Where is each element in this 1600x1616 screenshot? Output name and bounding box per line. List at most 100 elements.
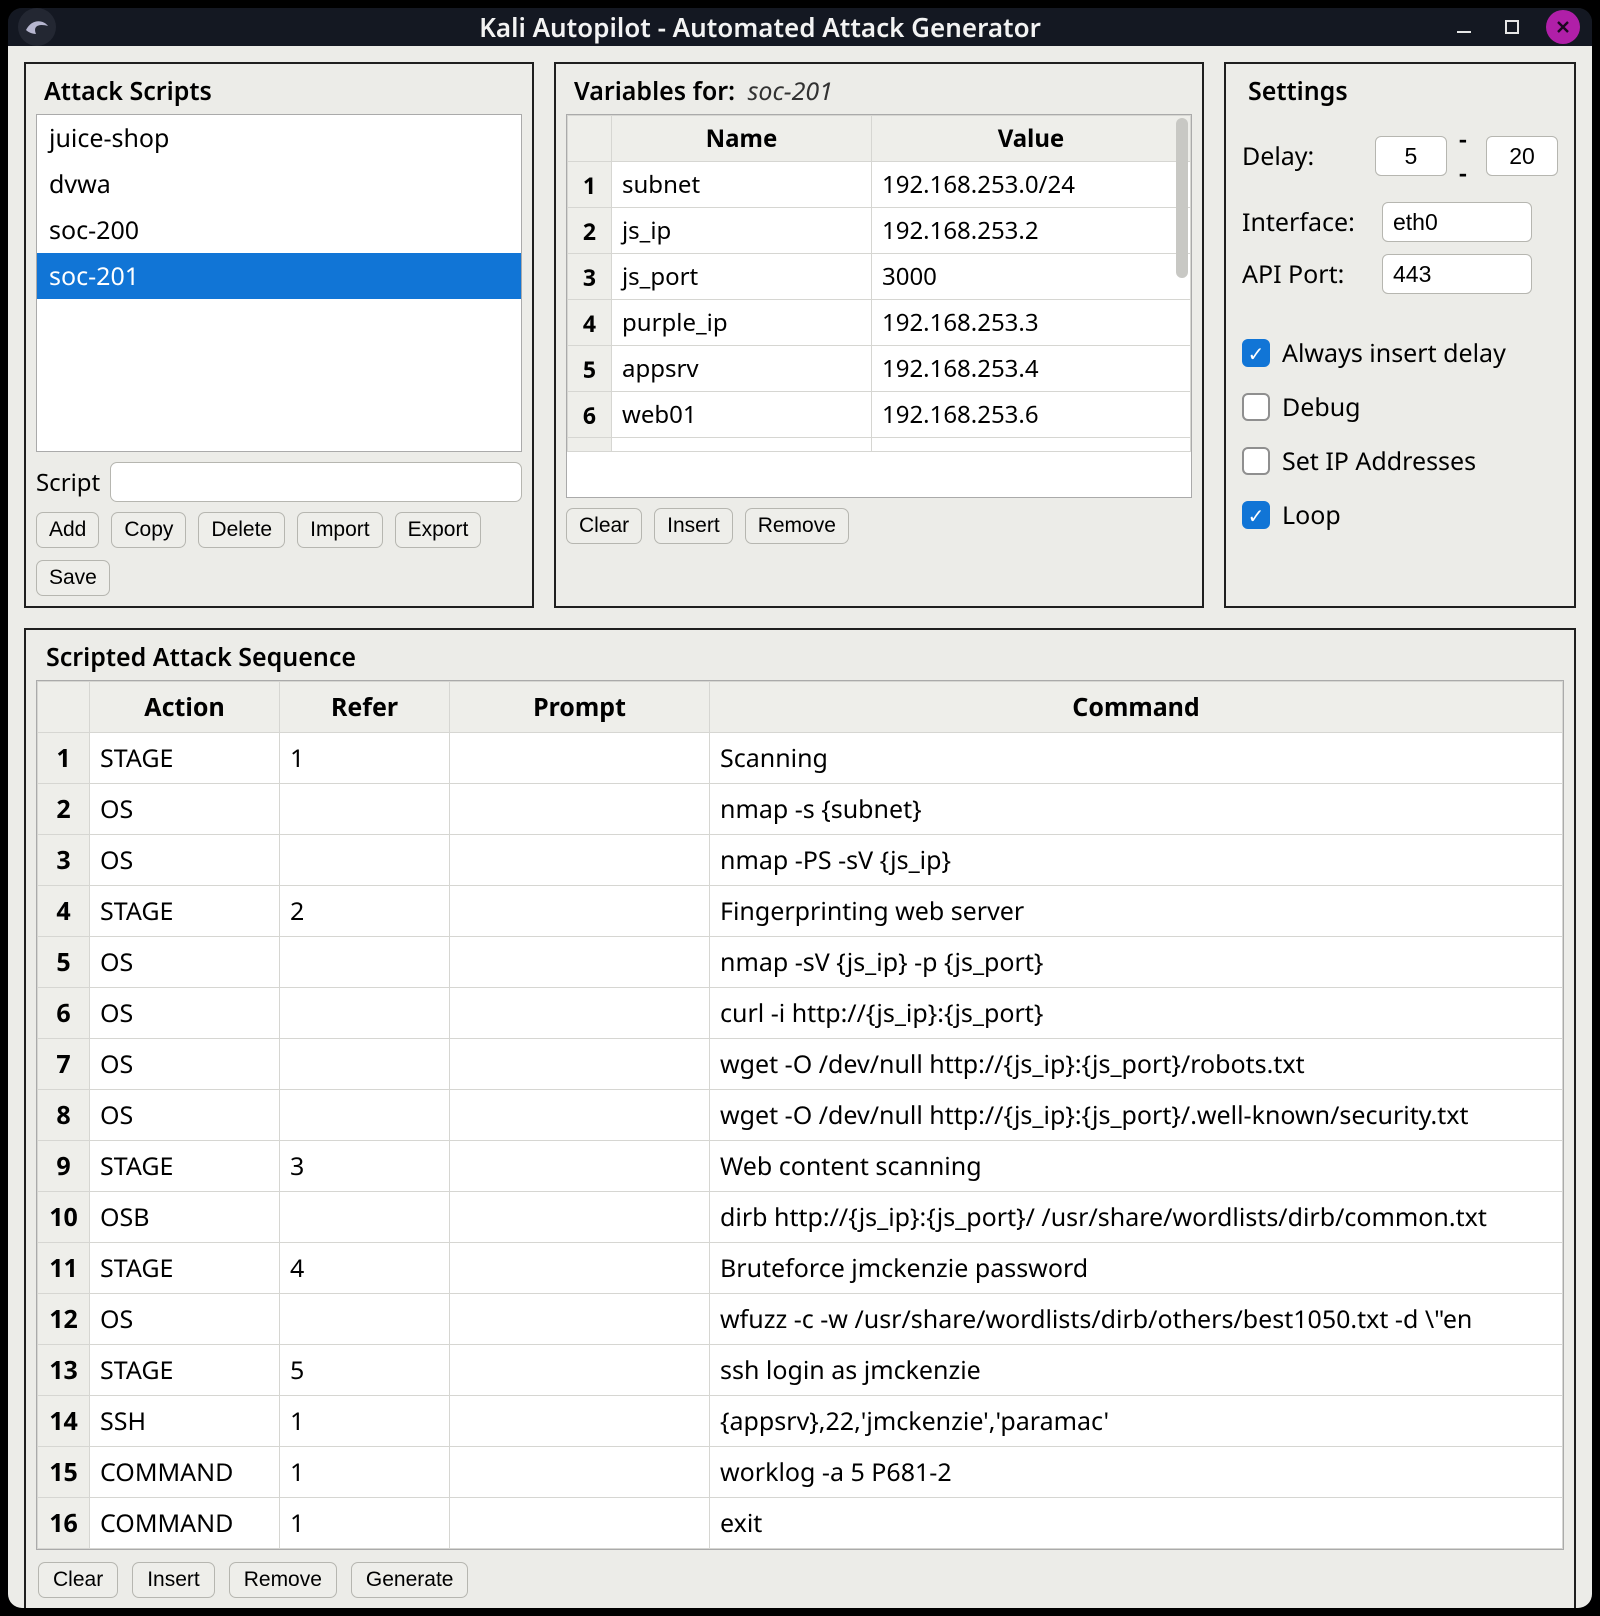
table-row[interactable]: 7OSwget -O /dev/null http://{js_ip}:{js_… <box>38 1039 1563 1090</box>
var-name[interactable]: subnet <box>611 162 871 208</box>
cell-command[interactable]: nmap -PS -sV {js_ip} <box>710 835 1563 886</box>
table-row[interactable]: 2js_ip192.168.253.2 <box>567 208 1190 254</box>
var-value[interactable]: 3000 <box>871 254 1190 300</box>
cell-prompt[interactable] <box>450 1243 710 1294</box>
table-row[interactable]: 16COMMAND1exit <box>38 1498 1563 1549</box>
api-port-input[interactable] <box>1382 254 1532 294</box>
table-row[interactable]: 5appsrv192.168.253.4 <box>567 346 1190 392</box>
cell-prompt[interactable] <box>450 886 710 937</box>
table-row[interactable]: 3OSnmap -PS -sV {js_ip} <box>38 835 1563 886</box>
cell-command[interactable]: ssh login as jmckenzie <box>710 1345 1563 1396</box>
cell-refer[interactable] <box>280 1090 450 1141</box>
cell-action[interactable]: COMMAND <box>90 1447 280 1498</box>
cell-action[interactable]: OS <box>90 1294 280 1345</box>
cell-prompt[interactable] <box>450 1141 710 1192</box>
var-value[interactable]: 192.168.253.4 <box>871 346 1190 392</box>
cell-command[interactable]: Bruteforce jmckenzie password <box>710 1243 1563 1294</box>
cell-action[interactable]: STAGE <box>90 886 280 937</box>
cell-refer[interactable] <box>280 1039 450 1090</box>
cell-refer[interactable] <box>280 784 450 835</box>
table-row[interactable]: 6OScurl -i http://{js_ip}:{js_port} <box>38 988 1563 1039</box>
seq-remove-button[interactable]: Remove <box>229 1562 337 1598</box>
cell-refer[interactable]: 1 <box>280 1396 450 1447</box>
cell-command[interactable]: {appsrv},22,'jmckenzie','paramac' <box>710 1396 1563 1447</box>
export-button[interactable]: Export <box>395 512 482 548</box>
cell-action[interactable]: STAGE <box>90 1243 280 1294</box>
var-value[interactable]: 192.168.253.0/24 <box>871 162 1190 208</box>
cell-prompt[interactable] <box>450 1294 710 1345</box>
cell-command[interactable]: exit <box>710 1498 1563 1549</box>
check-loop[interactable] <box>1242 501 1270 529</box>
cell-action[interactable]: OS <box>90 937 280 988</box>
cell-action[interactable]: STAGE <box>90 1345 280 1396</box>
cell-action[interactable]: STAGE <box>90 733 280 784</box>
cell-refer[interactable] <box>280 1294 450 1345</box>
seq-table[interactable]: Action Refer Prompt Command 1STAGE1Scann… <box>37 681 1563 1549</box>
cell-command[interactable]: wget -O /dev/null http://{js_ip}:{js_por… <box>710 1090 1563 1141</box>
table-row[interactable]: 1subnet192.168.253.0/24 <box>567 162 1190 208</box>
cell-prompt[interactable] <box>450 1192 710 1243</box>
save-button[interactable]: Save <box>36 560 110 596</box>
cell-prompt[interactable] <box>450 1039 710 1090</box>
check-set-ip[interactable] <box>1242 447 1270 475</box>
cell-command[interactable]: nmap -s {subnet} <box>710 784 1563 835</box>
seq-clear-button[interactable]: Clear <box>38 1562 118 1598</box>
var-name[interactable]: web01 <box>611 392 871 438</box>
table-row[interactable]: 4purple_ip192.168.253.3 <box>567 300 1190 346</box>
table-row[interactable]: 9STAGE3Web content scanning <box>38 1141 1563 1192</box>
copy-button[interactable]: Copy <box>111 512 186 548</box>
cell-command[interactable]: Scanning <box>710 733 1563 784</box>
delete-button[interactable]: Delete <box>198 512 285 548</box>
script-input[interactable] <box>110 462 522 502</box>
cell-action[interactable]: STAGE <box>90 1141 280 1192</box>
list-item[interactable]: soc-201 <box>37 253 521 299</box>
cell-action[interactable]: SSH <box>90 1396 280 1447</box>
seq-insert-button[interactable]: Insert <box>132 1562 215 1598</box>
table-row[interactable]: 1STAGE1Scanning <box>38 733 1563 784</box>
cell-refer[interactable]: 5 <box>280 1345 450 1396</box>
cell-command[interactable]: worklog -a 5 P681-2 <box>710 1447 1563 1498</box>
cell-refer[interactable]: 1 <box>280 1498 450 1549</box>
cell-command[interactable]: nmap -sV {js_ip} -p {js_port} <box>710 937 1563 988</box>
var-name[interactable]: js_port <box>611 254 871 300</box>
table-row[interactable]: 15COMMAND1worklog -a 5 P681-2 <box>38 1447 1563 1498</box>
table-row[interactable]: 4STAGE2Fingerprinting web server <box>38 886 1563 937</box>
table-row[interactable]: 8OSwget -O /dev/null http://{js_ip}:{js_… <box>38 1090 1563 1141</box>
table-row[interactable]: 2OSnmap -s {subnet} <box>38 784 1563 835</box>
check-always-delay[interactable] <box>1242 339 1270 367</box>
var-value[interactable]: 192.168.253.2 <box>871 208 1190 254</box>
cell-action[interactable]: OS <box>90 1039 280 1090</box>
cell-prompt[interactable] <box>450 1345 710 1396</box>
import-button[interactable]: Import <box>297 512 383 548</box>
delay-min-input[interactable] <box>1375 136 1447 176</box>
cell-command[interactable]: dirb http://{js_ip}:{js_port}/ /usr/shar… <box>710 1192 1563 1243</box>
cell-command[interactable]: curl -i http://{js_ip}:{js_port} <box>710 988 1563 1039</box>
cell-prompt[interactable] <box>450 784 710 835</box>
cell-prompt[interactable] <box>450 733 710 784</box>
var-name[interactable]: appsrv <box>611 346 871 392</box>
cell-prompt[interactable] <box>450 1498 710 1549</box>
table-row[interactable]: 6web01192.168.253.6 <box>567 392 1190 438</box>
vars-insert-button[interactable]: Insert <box>654 508 733 544</box>
var-value[interactable]: 192.168.253.6 <box>871 392 1190 438</box>
seq-generate-button[interactable]: Generate <box>351 1562 469 1598</box>
cell-refer[interactable]: 1 <box>280 1447 450 1498</box>
cell-refer[interactable] <box>280 988 450 1039</box>
minimize-button[interactable] <box>1450 13 1478 41</box>
scripts-list[interactable]: juice-shopdvwasoc-200soc-201 <box>36 114 522 452</box>
table-row[interactable]: 12OSwfuzz -c -w /usr/share/wordlists/dir… <box>38 1294 1563 1345</box>
table-row[interactable]: 5OSnmap -sV {js_ip} -p {js_port} <box>38 937 1563 988</box>
interface-input[interactable] <box>1382 202 1532 242</box>
cell-prompt[interactable] <box>450 835 710 886</box>
table-row[interactable]: 10OSBdirb http://{js_ip}:{js_port}/ /usr… <box>38 1192 1563 1243</box>
table-row[interactable]: 14SSH1{appsrv},22,'jmckenzie','paramac' <box>38 1396 1563 1447</box>
cell-prompt[interactable] <box>450 988 710 1039</box>
cell-action[interactable]: OSB <box>90 1192 280 1243</box>
cell-command[interactable]: Web content scanning <box>710 1141 1563 1192</box>
close-button[interactable] <box>1546 10 1580 44</box>
vars-table[interactable]: Name Value 1subnet192.168.253.0/242js_ip… <box>567 115 1191 452</box>
vars-remove-button[interactable]: Remove <box>745 508 849 544</box>
cell-refer[interactable]: 1 <box>280 733 450 784</box>
vars-clear-button[interactable]: Clear <box>566 508 642 544</box>
cell-command[interactable]: Fingerprinting web server <box>710 886 1563 937</box>
